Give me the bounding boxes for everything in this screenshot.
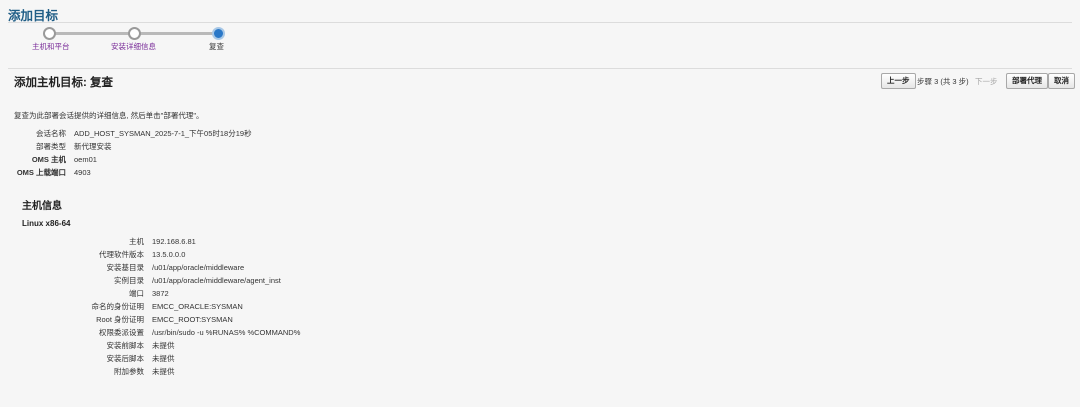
named-credential-label: 命名的身份证明 bbox=[91, 302, 145, 311]
title-divider bbox=[8, 22, 1072, 23]
oms-upload-port-value: 4903 bbox=[74, 168, 91, 177]
host-label: 主机 bbox=[129, 237, 144, 246]
preinstall-script-value: 未提供 bbox=[152, 341, 175, 350]
train-stop-host-platform[interactable] bbox=[43, 27, 56, 40]
host-info-heading: 主机信息 bbox=[22, 201, 62, 212]
cancel-button[interactable]: 取消 bbox=[1048, 73, 1075, 89]
deploy-agent-button[interactable]: 部署代理 bbox=[1006, 73, 1048, 89]
platform-heading: Linux x86-64 bbox=[22, 219, 71, 228]
agent-version-value: 13.5.0.0.0 bbox=[152, 250, 186, 259]
postinstall-script-value: 未提供 bbox=[152, 354, 175, 363]
session-name-label: 会话名称 bbox=[36, 129, 66, 138]
train-label-host-platform[interactable]: 主机和平台 bbox=[32, 41, 70, 52]
train-label-review: 复查 bbox=[209, 42, 224, 51]
review-heading: 添加主机目标: 复查 bbox=[14, 77, 114, 89]
step-indicator: 步骤 3 (共 3 步) bbox=[917, 77, 969, 86]
next-button: 下一步 bbox=[975, 77, 998, 86]
review-instruction: 复查为此部署会话提供的详细信息, 然后单击"部署代理"。 bbox=[14, 111, 204, 120]
oms-upload-port-label: OMS 上载端口 bbox=[16, 168, 66, 177]
deploy-type-value: 新代理安装 bbox=[74, 142, 112, 151]
port-value: 3872 bbox=[152, 289, 169, 298]
instance-dir-value: /u01/app/oracle/middleware/agent_inst bbox=[152, 276, 281, 285]
root-credential-label: Root 身份证明 bbox=[96, 315, 144, 324]
named-credential-value: EMCC_ORACLE:SYSMAN bbox=[152, 302, 243, 311]
train-stop-review bbox=[212, 27, 225, 40]
train-stop-install-details[interactable] bbox=[128, 27, 141, 40]
privilege-delegation-value: /usr/bin/sudo -u %RUNAS% %COMMAND% bbox=[152, 328, 301, 337]
oms-host-value: oem01 bbox=[74, 155, 97, 164]
privilege-delegation-label: 权限委派设置 bbox=[99, 328, 144, 337]
root-credential-value: EMCC_ROOT:SYSMAN bbox=[152, 315, 233, 324]
host-value: 192.168.6.81 bbox=[152, 237, 196, 246]
deploy-type-label: 部署类型 bbox=[36, 142, 66, 151]
postinstall-script-label: 安装后脚本 bbox=[106, 354, 145, 363]
install-base-dir-label: 安装基目录 bbox=[106, 263, 145, 272]
train-label-install-details[interactable]: 安装详细信息 bbox=[111, 41, 156, 52]
section-divider bbox=[8, 68, 1072, 69]
instance-dir-label: 实例目录 bbox=[114, 276, 144, 285]
additional-params-label: 附加参数 bbox=[114, 367, 144, 376]
back-button[interactable]: 上一步 bbox=[881, 73, 916, 89]
port-label: 端口 bbox=[129, 289, 144, 298]
preinstall-script-label: 安装前脚本 bbox=[106, 341, 145, 350]
agent-version-label: 代理软件版本 bbox=[99, 250, 144, 259]
oms-host-label: OMS 主机 bbox=[31, 155, 66, 164]
session-name-value: ADD_HOST_SYSMAN_2025-7-1_下午05时18分19秒 bbox=[74, 129, 252, 138]
additional-params-value: 未提供 bbox=[152, 367, 175, 376]
install-base-dir-value: /u01/app/oracle/middleware bbox=[152, 263, 245, 272]
